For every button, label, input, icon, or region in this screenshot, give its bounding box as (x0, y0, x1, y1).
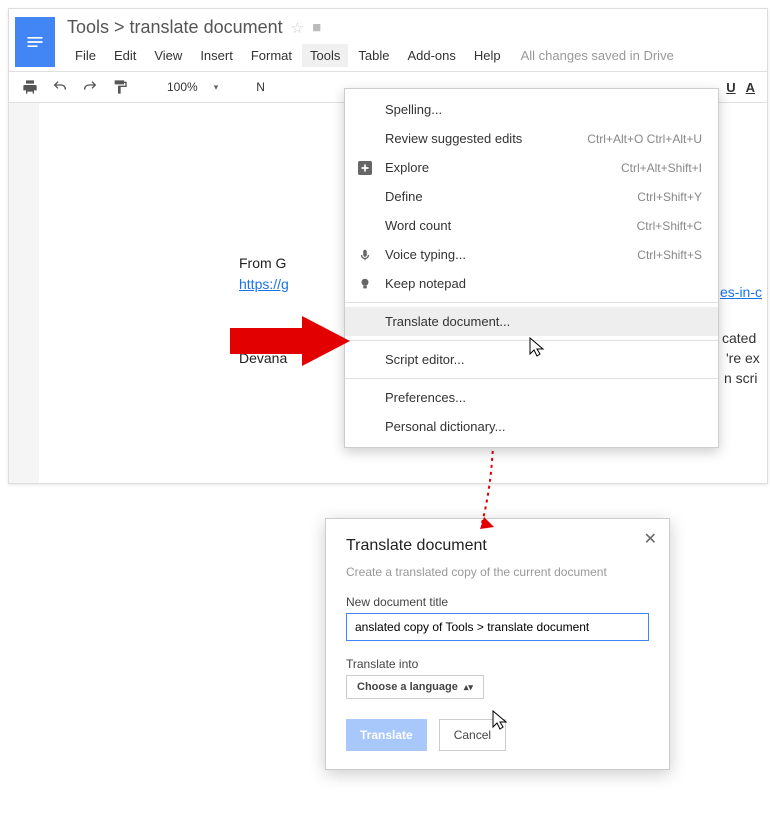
menu-shortcut: Ctrl+Shift+C (637, 219, 702, 233)
tools-dropdown-menu: Spelling... Review suggested edits Ctrl+… (344, 88, 719, 448)
folder-icon[interactable]: ■ (312, 19, 321, 36)
close-icon[interactable]: ✕ (644, 529, 657, 549)
menu-tools[interactable]: Tools (302, 44, 348, 67)
language-select[interactable]: Choose a language ▴▾ (346, 675, 484, 699)
doc-text-fragment: es-in-c (720, 284, 762, 300)
menu-separator (345, 378, 718, 379)
paint-format-icon[interactable] (111, 78, 129, 96)
menu-item-voice-typing[interactable]: Voice typing... Ctrl+Shift+S (345, 240, 718, 269)
save-status: All changes saved in Drive (521, 48, 674, 63)
menu-item-keep-notepad[interactable]: Keep notepad (345, 269, 718, 298)
translate-document-dialog: ✕ Translate document Create a translated… (325, 518, 670, 770)
doc-text-fragment: 're ex (726, 350, 760, 366)
redo-icon[interactable] (81, 78, 99, 96)
menu-table[interactable]: Table (350, 44, 397, 67)
undo-icon[interactable] (51, 78, 69, 96)
menu-addons[interactable]: Add-ons (399, 44, 463, 67)
cursor-icon (528, 336, 546, 358)
menu-item-spelling[interactable]: Spelling... (345, 95, 718, 124)
star-icon[interactable]: ☆ (291, 19, 304, 37)
document-title[interactable]: Tools > translate document (67, 17, 283, 38)
dialog-title: Translate document (346, 537, 649, 555)
zoom-caret-icon[interactable]: ▾ (214, 82, 219, 93)
menu-shortcut: Ctrl+Alt+O Ctrl+Alt+U (587, 132, 702, 146)
paragraph-style[interactable]: N (252, 78, 269, 96)
doc-text-fragment: n scri (724, 370, 757, 386)
menu-shortcut: Ctrl+Alt+Shift+I (621, 161, 702, 175)
print-icon[interactable] (21, 78, 39, 96)
menu-separator (345, 302, 718, 303)
new-document-title-input[interactable] (346, 613, 649, 641)
header: Tools > translate document ☆ ■ File Edit… (9, 9, 767, 67)
dialog-subtitle: Create a translated copy of the current … (346, 565, 649, 579)
menu-item-review-edits[interactable]: Review suggested edits Ctrl+Alt+O Ctrl+A… (345, 124, 718, 153)
menu-item-explore[interactable]: Explore Ctrl+Alt+Shift+I (345, 153, 718, 182)
doc-text-fragment: cated (722, 330, 756, 346)
cursor-icon (491, 709, 509, 731)
menu-item-preferences[interactable]: Preferences... (345, 383, 718, 412)
select-caret-icon: ▴▾ (464, 682, 473, 693)
menu-shortcut: Ctrl+Shift+S (637, 248, 702, 262)
bulb-icon (357, 276, 373, 292)
gutter (9, 103, 39, 483)
explore-plus-icon (357, 160, 373, 176)
menu-shortcut: Ctrl+Shift+Y (637, 190, 702, 204)
menu-help[interactable]: Help (466, 44, 509, 67)
menu-view[interactable]: View (146, 44, 190, 67)
doc-link[interactable]: https://g (239, 276, 289, 292)
underline-icon[interactable]: U (726, 80, 735, 95)
menu-file[interactable]: File (67, 44, 104, 67)
title-field-label: New document title (346, 595, 649, 609)
mic-icon (357, 247, 373, 263)
menu-item-define[interactable]: Define Ctrl+Shift+Y (345, 182, 718, 211)
menu-insert[interactable]: Insert (192, 44, 241, 67)
menu-item-word-count[interactable]: Word count Ctrl+Shift+C (345, 211, 718, 240)
menu-item-personal-dictionary[interactable]: Personal dictionary... (345, 412, 718, 441)
menu-format[interactable]: Format (243, 44, 300, 67)
language-field-label: Translate into (346, 657, 649, 671)
red-arrow-annotation (230, 316, 350, 366)
docs-logo-icon[interactable] (15, 17, 55, 67)
translate-button[interactable]: Translate (346, 719, 427, 751)
menubar: File Edit View Insert Format Tools Table… (67, 44, 761, 67)
zoom-level[interactable]: 100% (163, 78, 202, 96)
menu-edit[interactable]: Edit (106, 44, 144, 67)
text-color-icon[interactable]: A (746, 80, 755, 95)
menu-item-translate-document[interactable]: Translate document... (345, 307, 718, 336)
